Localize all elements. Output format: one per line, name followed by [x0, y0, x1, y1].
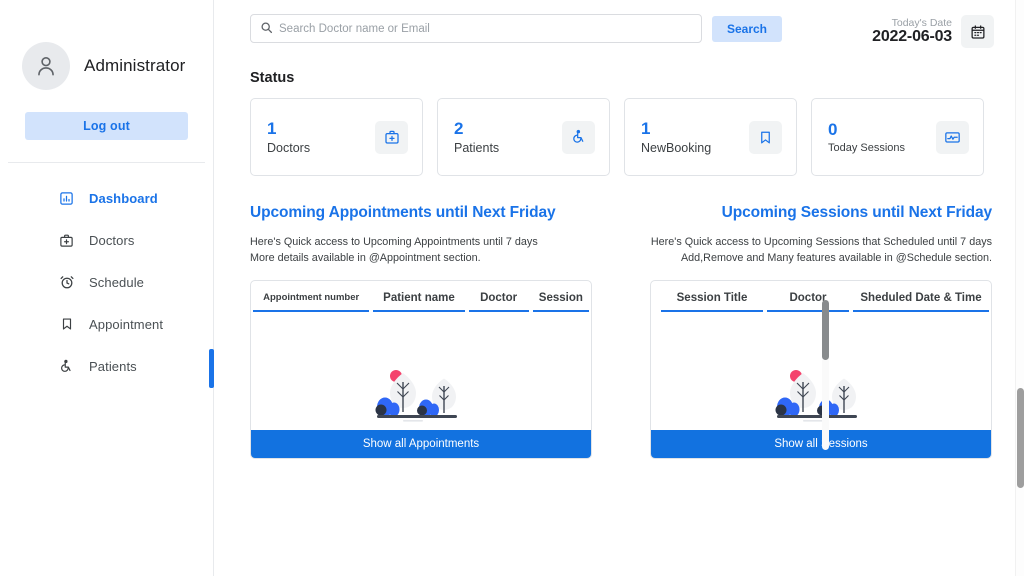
- sidebar-item-doctors[interactable]: Doctors: [0, 219, 213, 261]
- sessions-table-card: Session Title Doctor Sheduled Date & Tim…: [650, 280, 992, 460]
- appointments-table-card: Appointment number Patient name Doctor S…: [250, 280, 592, 460]
- alarm-clock-icon: [58, 274, 75, 291]
- calendar-button[interactable]: [961, 15, 994, 48]
- card-label: Doctors: [267, 140, 311, 155]
- logout-wrap: Log out: [0, 90, 213, 140]
- page-scrollbar[interactable]: [1015, 0, 1024, 576]
- status-card-newbooking[interactable]: 1 NewBooking: [624, 98, 797, 176]
- chart-bar-icon: [58, 190, 75, 207]
- search-box[interactable]: [250, 14, 702, 43]
- status-title: Status: [250, 70, 295, 86]
- appointments-subtitle: Here's Quick access to Upcoming Appointm…: [250, 235, 592, 266]
- panel-scrollbar[interactable]: [822, 300, 829, 450]
- calendar-icon: [971, 24, 985, 39]
- empty-landscape-illustration: [375, 370, 457, 422]
- sidebar-nav: Dashboard Doctors Schedule Appointment P…: [0, 177, 214, 388]
- dashboard-app: Administrator Log out Dashboard Doctors …: [0, 0, 1024, 576]
- column-header: Sheduled Date & Time: [853, 287, 989, 313]
- column-header: Session Title: [661, 287, 763, 313]
- show-all-sessions-button[interactable]: Show all Sessions: [651, 430, 991, 459]
- page-scrollbar-thumb[interactable]: [1017, 388, 1024, 488]
- appointments-panel: Upcoming Appointments until Next Friday …: [250, 204, 592, 460]
- sessions-title: Upcoming Sessions until Next Friday: [721, 204, 992, 221]
- avatar: [22, 42, 70, 90]
- card-number: 1: [641, 119, 651, 139]
- card-label: NewBooking: [641, 140, 712, 155]
- card-number: 1: [267, 119, 277, 139]
- logout-button[interactable]: Log out: [25, 112, 188, 140]
- status-card-patients[interactable]: 2 Patients: [437, 98, 610, 176]
- wheelchair-icon: [58, 358, 75, 375]
- sidebar-item-schedule[interactable]: Schedule: [0, 261, 213, 303]
- appointments-table-body: [251, 312, 591, 430]
- column-header: Doctor: [468, 287, 529, 313]
- sidebar: Administrator Log out Dashboard Doctors …: [0, 0, 214, 576]
- sidebar-divider: [8, 162, 205, 163]
- show-all-appointments-button[interactable]: Show all Appointments: [251, 430, 591, 459]
- sidebar-item-dashboard[interactable]: Dashboard: [0, 177, 213, 219]
- date-text: Today's Date 2022-06-03: [872, 16, 952, 46]
- bookmark-icon: [749, 120, 782, 154]
- appointments-title: Upcoming Appointments until Next Friday: [250, 204, 556, 221]
- search-input[interactable]: [251, 15, 701, 42]
- sidebar-item-label: Appointment: [89, 316, 164, 332]
- sessions-panel: Upcoming Sessions until Next Friday Here…: [650, 204, 992, 460]
- card-number: 0: [828, 120, 838, 140]
- search-icon: [260, 21, 273, 39]
- medical-bag-icon: [58, 232, 75, 249]
- column-header: Appointment number: [253, 287, 370, 313]
- appointments-table-header: Appointment number Patient name Doctor S…: [251, 281, 591, 313]
- monitor-activity-icon: [936, 120, 969, 154]
- profile-block: Administrator: [0, 0, 213, 90]
- person-icon: [38, 56, 54, 76]
- sidebar-item-label: Dashboard: [89, 190, 158, 206]
- panels: Upcoming Appointments until Next Friday …: [214, 204, 1024, 460]
- search-button[interactable]: Search: [712, 16, 782, 42]
- status-card-today-sessions[interactable]: 0 Today Sessions: [811, 98, 984, 176]
- profile-name: Administrator: [84, 56, 186, 75]
- sidebar-item-label: Schedule: [89, 274, 145, 290]
- panel-scrollbar-thumb[interactable]: [822, 300, 829, 360]
- main-content: Search Today's Date 2022-06-03: [214, 0, 1024, 576]
- status-card-doctors[interactable]: 1 Doctors: [250, 98, 423, 176]
- sessions-table-header: Session Title Doctor Sheduled Date & Tim…: [651, 281, 991, 313]
- column-header: Patient name: [373, 287, 465, 313]
- status-cards: 1 Doctors 2 Patients 1 NewBooking 0 Toda…: [250, 98, 1024, 176]
- sidebar-item-patients[interactable]: Patients: [0, 345, 213, 387]
- date-label: Today's Date: [891, 16, 952, 29]
- sessions-sub-line1: Here's Quick access to Upcoming Sessions…: [650, 236, 992, 248]
- sessions-table-body: [651, 312, 991, 430]
- appointments-sub-line1: Here's Quick access to Upcoming Appointm…: [250, 236, 538, 248]
- topbar: Search Today's Date 2022-06-03: [214, 0, 1024, 48]
- sidebar-item-label: Doctors: [89, 232, 135, 248]
- sidebar-item-label: Patients: [89, 358, 137, 374]
- sessions-sub-line2: Add,Remove and Many features available i…: [680, 251, 992, 264]
- date-value: 2022-06-03: [872, 27, 952, 45]
- column-header: Session: [532, 287, 589, 313]
- card-label: Today Sessions: [828, 141, 906, 154]
- card-number: 2: [454, 119, 464, 139]
- empty-landscape-illustration: [775, 370, 857, 422]
- wheelchair-icon: [562, 120, 595, 154]
- bookmark-icon: [58, 316, 75, 333]
- card-label: Patients: [454, 140, 500, 155]
- date-block: Today's Date 2022-06-03: [872, 14, 994, 48]
- medical-bag-icon: [375, 120, 408, 154]
- sidebar-item-appointment[interactable]: Appointment: [0, 303, 213, 345]
- appointments-sub-line2: More details available in @Appointment s…: [250, 251, 481, 264]
- sessions-subtitle: Here's Quick access to Upcoming Sessions…: [650, 235, 992, 266]
- column-header: Doctor: [767, 287, 849, 313]
